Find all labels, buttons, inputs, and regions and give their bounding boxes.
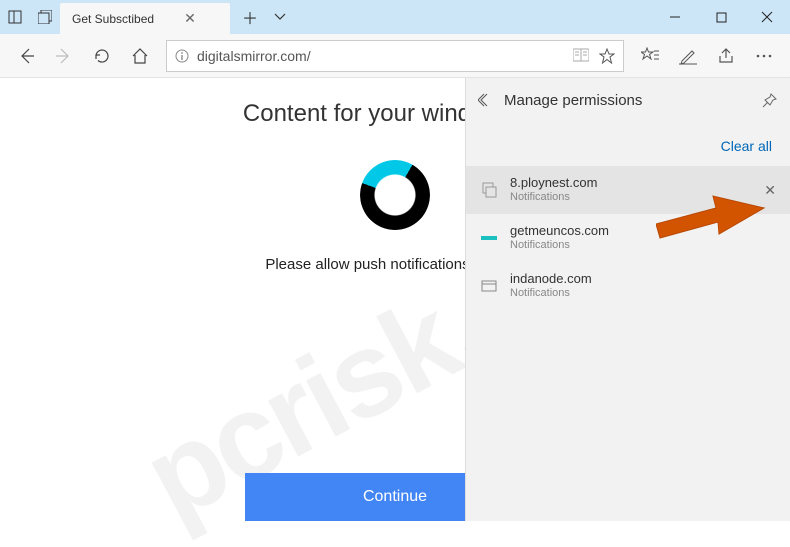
panel-header: Manage permissions — [466, 78, 790, 122]
pin-icon[interactable] — [762, 92, 778, 108]
close-window-button[interactable] — [744, 0, 790, 34]
permission-type: Notifications — [510, 191, 752, 204]
window-titlebar: Get Subsctibed ✕ ＋ — [0, 0, 790, 34]
clear-all-row: Clear all — [466, 122, 790, 166]
permission-domain: indanode.com — [510, 272, 776, 287]
browser-tab[interactable]: Get Subsctibed ✕ — [60, 3, 230, 34]
panel-title: Manage permissions — [504, 92, 750, 109]
toolbar-right-icons — [632, 38, 782, 74]
continue-button-label: Continue — [363, 488, 427, 506]
url-text: digitalsmirror.com/ — [197, 48, 565, 64]
reading-view-icon[interactable] — [573, 48, 589, 64]
permission-item[interactable]: 8.ploynest.com Notifications ✕ — [466, 166, 790, 214]
favorite-icon[interactable] — [599, 48, 615, 64]
site-icon — [480, 229, 498, 247]
site-icon — [480, 277, 498, 295]
close-tab-icon[interactable]: ✕ — [184, 10, 196, 27]
permission-item[interactable]: indanode.com Notifications — [466, 262, 790, 310]
maximize-button[interactable] — [698, 0, 744, 34]
tabs-dropdown-icon[interactable] — [268, 11, 292, 23]
refresh-button[interactable] — [84, 38, 120, 74]
notes-icon[interactable] — [670, 38, 706, 74]
tab-strip-actions: ＋ — [230, 0, 300, 34]
forward-button[interactable] — [46, 38, 82, 74]
home-button[interactable] — [122, 38, 158, 74]
titlebar-left — [0, 0, 60, 34]
permission-item[interactable]: getmeuncos.com Notifications — [466, 214, 790, 262]
new-tab-button[interactable]: ＋ — [238, 5, 262, 29]
tab-actions-button-1[interactable] — [0, 0, 30, 34]
permission-type: Notifications — [510, 239, 776, 252]
tab-actions-button-2[interactable] — [30, 0, 60, 34]
share-icon[interactable] — [708, 38, 744, 74]
permission-domain: 8.ploynest.com — [510, 176, 752, 191]
panel-back-icon[interactable] — [478, 93, 492, 107]
permissions-panel: Manage permissions Clear all 8.ploynest.… — [465, 78, 790, 521]
loading-spinner-icon — [360, 160, 430, 230]
site-info-icon[interactable] — [175, 49, 189, 63]
address-bar[interactable]: digitalsmirror.com/ — [166, 40, 624, 72]
site-icon — [480, 181, 498, 199]
window-controls — [652, 0, 790, 34]
minimize-button[interactable] — [652, 0, 698, 34]
remove-permission-icon[interactable]: ✕ — [764, 182, 776, 199]
permission-type: Notifications — [510, 287, 776, 300]
clear-all-link[interactable]: Clear all — [721, 138, 772, 154]
more-icon[interactable] — [746, 38, 782, 74]
browser-toolbar: digitalsmirror.com/ — [0, 34, 790, 78]
permissions-list: 8.ploynest.com Notifications ✕ getmeunco… — [466, 166, 790, 310]
back-button[interactable] — [8, 38, 44, 74]
favorites-list-icon[interactable] — [632, 38, 668, 74]
permission-domain: getmeuncos.com — [510, 224, 776, 239]
tab-title: Get Subsctibed — [72, 12, 154, 26]
